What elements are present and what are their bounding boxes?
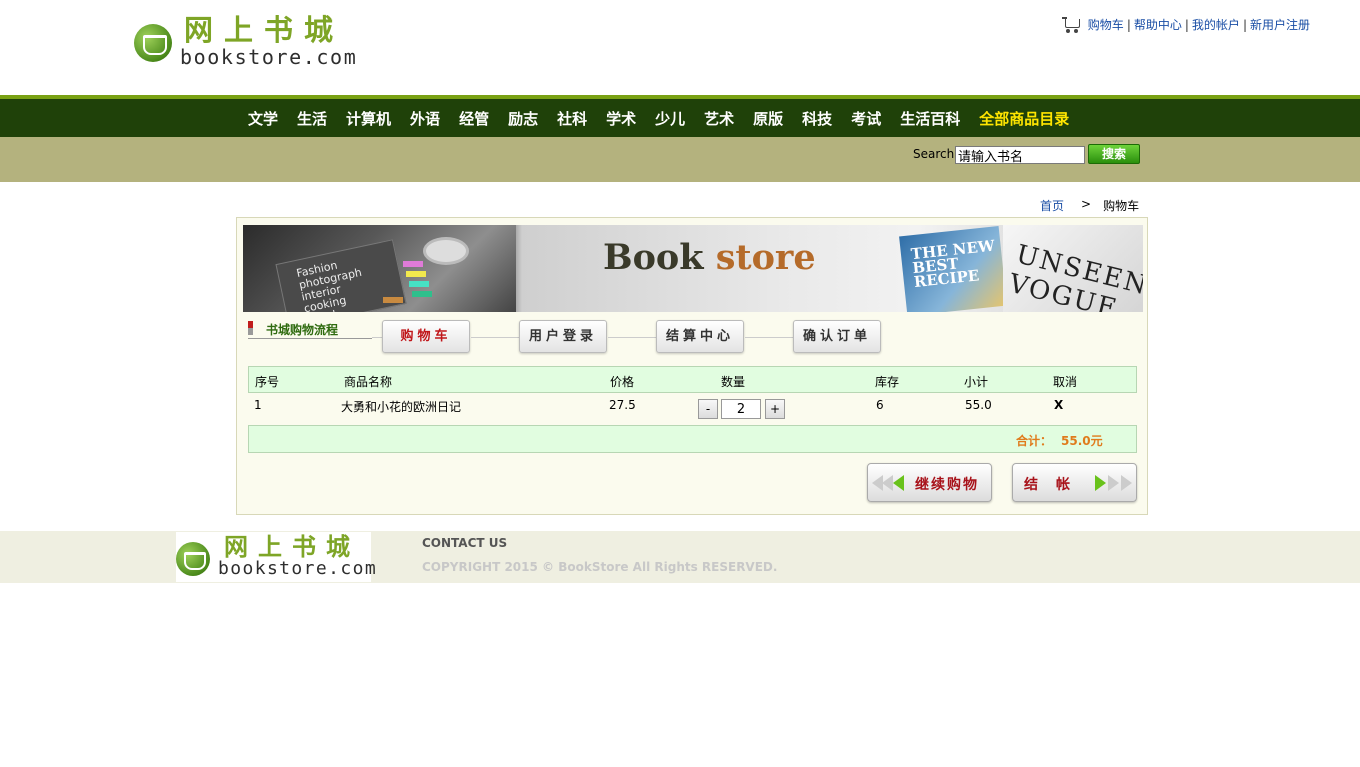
forward-arrow-icon xyxy=(1095,475,1106,491)
column-header-quantity: 数量 xyxy=(721,375,746,389)
row-stock: 6 xyxy=(876,398,884,412)
banner-book-cover-recipe: THE NEW BEST RECIPE xyxy=(899,225,1007,312)
category-nav: 文学 生活 计算机 外语 经管 励志 社科 学术 少儿 艺术 原版 科技 考试 … xyxy=(0,99,1360,137)
nav-item-academic[interactable]: 学术 xyxy=(606,108,636,129)
column-header-stock: 库存 xyxy=(875,375,900,389)
table-header: 序号 商品名称 价格 数量 库存 小计 取消 xyxy=(248,366,1137,393)
banner-title: Book store xyxy=(603,237,816,278)
continue-shopping-button[interactable]: 继续购物 xyxy=(867,463,992,502)
banner-book-cover-vogue: UNSEEN VOGUE xyxy=(1003,225,1143,312)
breadcrumb-arrow: > xyxy=(1081,197,1092,211)
total-row: 合计： 55.0元 xyxy=(248,425,1137,453)
nav-item-management[interactable]: 经管 xyxy=(459,108,489,129)
coffee-cup-icon xyxy=(423,237,469,265)
process-marker-icon xyxy=(248,321,253,335)
total-label: 合计： xyxy=(1016,434,1053,448)
nav-item-literature[interactable]: 文学 xyxy=(248,108,278,129)
logo-english-text: bookstore.com xyxy=(180,45,358,69)
site-logo[interactable]: 网上书城 bookstore.com xyxy=(134,13,356,67)
checkout-button[interactable]: 结 帐 xyxy=(1012,463,1137,502)
contact-us-link[interactable]: CONTACT US xyxy=(422,536,507,550)
link-separator: | xyxy=(1242,17,1247,32)
column-header-index: 序号 xyxy=(255,375,280,389)
nav-item-exam[interactable]: 考试 xyxy=(851,108,881,129)
breadcrumb-home-link[interactable]: 首页 xyxy=(1040,197,1064,214)
step-confirm-order[interactable]: 确认订单 xyxy=(793,320,881,353)
step-cart[interactable]: 购物车 xyxy=(382,320,470,353)
cart-panel: Fashion photograph interior cooking nove… xyxy=(236,217,1148,515)
bookstore-banner: Fashion photograph interior cooking nove… xyxy=(243,225,1143,312)
logo-book-icon xyxy=(134,24,172,62)
nav-item-original[interactable]: 原版 xyxy=(753,108,783,129)
nav-item-art[interactable]: 艺术 xyxy=(704,108,734,129)
my-account-link[interactable]: 我的帐户 xyxy=(1192,16,1240,33)
footer-logo[interactable]: 网上书城 bookstore.com xyxy=(176,532,376,582)
row-book-name[interactable]: 大勇和小花的欧洲日记 xyxy=(341,398,461,415)
help-center-link[interactable]: 帮助中心 xyxy=(1134,16,1182,33)
header: 网上书城 bookstore.com 购物车 | 帮助中心 | 我的帐户 | 新… xyxy=(0,0,1360,95)
step-login[interactable]: 用户登录 xyxy=(519,320,607,353)
column-header-cancel: 取消 xyxy=(1053,375,1078,389)
row-subtotal: 55.0 xyxy=(965,398,992,412)
logo-chinese-text: 网上书城 xyxy=(184,13,345,47)
process-title: 书城购物流程 xyxy=(248,319,372,339)
total-value: 55.0元 xyxy=(1061,434,1103,448)
table-row: 1 大勇和小花的欧洲日记 27.5 - + 6 55.0 X xyxy=(248,393,1137,425)
cart-link[interactable]: 购物车 xyxy=(1088,16,1124,33)
nav-item-all-products[interactable]: 全部商品目录 xyxy=(979,108,1069,129)
nav-item-computer[interactable]: 计算机 xyxy=(346,108,391,129)
quantity-decrease-button[interactable]: - xyxy=(698,399,718,419)
footer: 网上书城 bookstore.com CONTACT US COPYRIGHT … xyxy=(0,531,1360,583)
shopping-cart-icon[interactable] xyxy=(1061,16,1082,33)
nav-item-inspiration[interactable]: 励志 xyxy=(508,108,538,129)
quantity-input[interactable] xyxy=(721,399,761,419)
quantity-increase-button[interactable]: + xyxy=(765,399,785,419)
top-links: 购物车 | 帮助中心 | 我的帐户 | 新用户注册 xyxy=(1061,16,1310,33)
nav-item-technology[interactable]: 科技 xyxy=(802,108,832,129)
breadcrumb: 首页 > 购物车 xyxy=(1040,197,1139,214)
remove-item-button[interactable]: X xyxy=(1054,398,1063,412)
row-price: 27.5 xyxy=(609,398,636,412)
nav-item-social-science[interactable]: 社科 xyxy=(557,108,587,129)
column-header-subtotal: 小计 xyxy=(964,375,989,389)
continue-shopping-label: 继续购物 xyxy=(915,477,979,493)
copyright-text: COPYRIGHT 2015 © BookStore All Rights RE… xyxy=(422,560,778,574)
search-button[interactable]: 搜索 xyxy=(1088,144,1140,164)
nav-item-children[interactable]: 少儿 xyxy=(655,108,685,129)
nav-item-encyclopedia[interactable]: 生活百科 xyxy=(900,108,960,129)
cart-table: 序号 商品名称 价格 数量 库存 小计 取消 1 大勇和小花的欧洲日记 27.5… xyxy=(248,366,1137,453)
link-separator: | xyxy=(1126,17,1131,32)
footer-logo-book-icon xyxy=(176,542,210,576)
search-input[interactable] xyxy=(955,146,1085,164)
search-bar: Search 搜索 xyxy=(0,137,1360,182)
register-link[interactable]: 新用户注册 xyxy=(1250,16,1310,33)
nav-item-life[interactable]: 生活 xyxy=(297,108,327,129)
search-label: Search xyxy=(913,147,955,161)
step-checkout-center[interactable]: 结算中心 xyxy=(656,320,744,353)
column-header-name: 商品名称 xyxy=(344,375,393,389)
purchase-process: 书城购物流程 购物车 用户登录 结算中心 确认订单 xyxy=(248,319,888,355)
checkout-label: 结 帐 xyxy=(1024,477,1072,493)
breadcrumb-current: 购物车 xyxy=(1103,199,1140,213)
footer-logo-english-text: bookstore.com xyxy=(218,558,378,579)
nav-item-foreign-language[interactable]: 外语 xyxy=(410,108,440,129)
column-header-price: 价格 xyxy=(610,375,635,389)
banner-desk-image: Fashion photograph interior cooking nove… xyxy=(243,225,516,312)
footer-logo-chinese-text: 网上书城 xyxy=(224,532,360,561)
link-separator: | xyxy=(1184,17,1189,32)
row-index: 1 xyxy=(254,398,262,412)
